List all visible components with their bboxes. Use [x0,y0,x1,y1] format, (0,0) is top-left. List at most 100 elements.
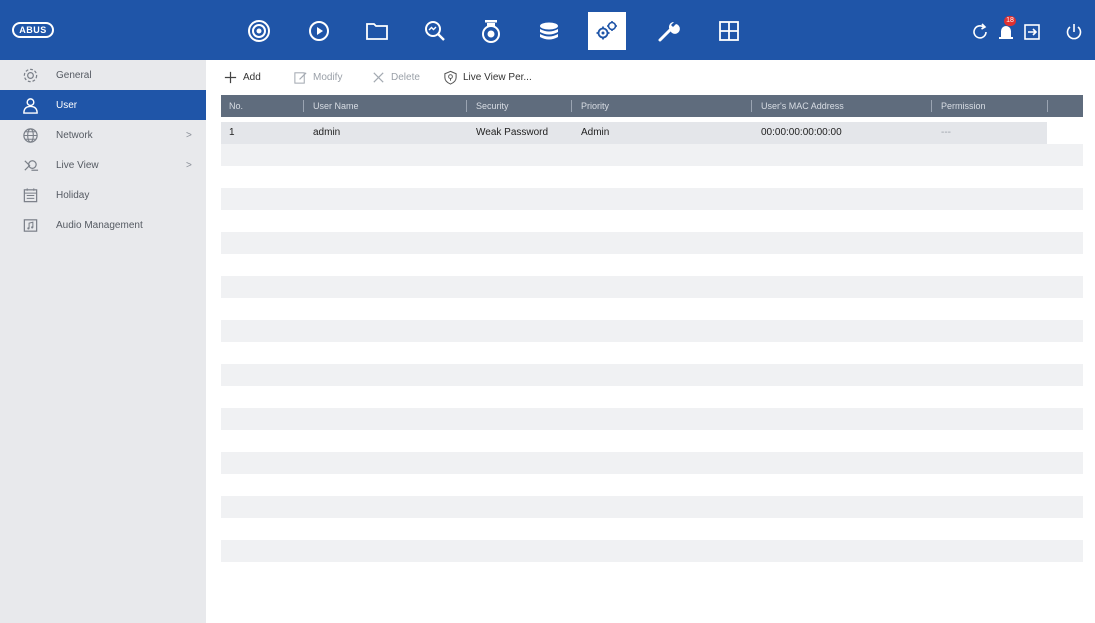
folder-icon [366,23,388,40]
column-divider [931,100,932,112]
empty-table-row [221,540,1083,562]
empty-table-row [221,298,1083,320]
empty-table-row [221,232,1083,254]
empty-table-row [221,144,1083,166]
delete-user-button[interactable]: Delete [370,66,420,88]
column-header-priority: Priority [581,101,610,111]
cell-no: 1 [229,127,235,138]
wrench-icon [658,22,680,42]
cell-priority: Admin [581,127,610,138]
sidebar-item-label: Audio Management [56,219,143,231]
database-icon [540,22,558,40]
cell-permission: --- [941,127,951,138]
sidebar-item-network[interactable]: Network > [0,120,206,150]
abus-logo: ABUS [12,22,54,38]
column-divider [751,100,752,112]
cell-security: Weak Password [476,127,549,138]
play-circle-icon [309,21,329,41]
configuration-nav-button[interactable] [588,12,626,50]
empty-table-row [221,518,1083,540]
storage-nav-button[interactable] [532,14,566,48]
user-icon [20,95,40,115]
add-user-button[interactable]: Add [222,66,261,88]
cell-mac-address: 00:00:00:00:00:00 [761,127,842,138]
live-view-nav-button[interactable] [242,14,276,48]
column-header-permission: Permission [941,101,986,111]
empty-table-row [221,430,1083,452]
empty-table-row [221,386,1083,408]
camera-lens-icon [248,20,270,42]
globe-icon [20,125,40,145]
column-header-no: No. [229,101,244,111]
empty-table-row [221,474,1083,496]
table-row[interactable]: 1 admin Weak Password Admin 00:00:00:00:… [221,122,1047,144]
power-button[interactable] [1062,20,1086,44]
gears-icon [596,21,617,40]
live-view-permission-label: Live View Per... [463,71,532,83]
empty-table-row [221,320,1083,342]
dome-camera-icon [482,20,500,43]
calendar-icon [20,185,40,205]
sidebar-item-user[interactable]: User [0,90,206,120]
column-divider [1047,100,1048,112]
empty-table-row [221,496,1083,518]
chevron-right-icon: > [186,129,192,141]
live-view-icon [20,155,40,175]
sidebar-item-label: Live View [56,159,99,171]
add-label: Add [243,71,261,83]
sidebar-item-live-view[interactable]: Live View > [0,150,206,180]
sidebar-item-label: Network [56,129,93,141]
empty-table-row [221,408,1083,430]
cell-user-name: admin [313,127,341,138]
edit-icon [292,69,308,85]
empty-table-row [221,188,1083,210]
playback-nav-button[interactable] [302,14,336,48]
gear-icon [20,65,40,85]
magnifier-chart-icon [425,21,445,41]
column-header-security: Security [476,101,509,111]
sidebar-item-label: User [56,99,78,111]
column-header-mac-address: User's MAC Address [761,101,844,111]
sidebar-item-holiday[interactable]: Holiday [0,180,206,210]
column-header-user-name: User Name [313,101,359,111]
grid-icon [719,21,739,41]
sidebar: General User Network > Live View > Holid… [0,60,206,623]
column-divider [571,100,572,112]
layout-nav-button[interactable] [712,14,746,48]
alarm-button[interactable]: 18 [994,16,1018,44]
delete-label: Delete [391,71,420,83]
logout-icon [1024,24,1040,40]
refresh-icon [973,23,987,39]
modify-user-button[interactable]: Modify [292,66,342,88]
maintenance-nav-button[interactable] [652,14,686,48]
plus-icon [222,69,238,85]
column-divider [303,100,304,112]
audio-file-icon [20,215,40,235]
empty-table-row [221,342,1083,364]
file-management-nav-button[interactable] [360,14,394,48]
sidebar-item-audio-management[interactable]: Audio Management [0,210,206,240]
empty-table-row [221,166,1083,188]
chevron-right-icon: > [186,159,192,171]
close-icon [370,69,386,85]
main-content: Add Modify Delete Live View Per... No. U… [206,60,1095,623]
modify-label: Modify [313,71,343,83]
live-view-permission-button[interactable]: Live View Per... [442,66,532,88]
refresh-button[interactable] [968,20,992,44]
user-table-header: No. User Name Security Priority User's M… [221,95,1083,117]
empty-table-row [221,364,1083,386]
alarm-count-badge: 18 [1004,16,1016,26]
sidebar-item-label: Holiday [56,189,90,201]
logout-button[interactable] [1020,20,1044,44]
camera-nav-button[interactable] [474,14,508,48]
sidebar-item-general[interactable]: General [0,60,206,90]
empty-table-row [221,210,1083,232]
column-divider [466,100,467,112]
smart-analysis-nav-button[interactable] [418,14,452,48]
shield-lock-icon [442,69,458,85]
top-navigation-bar: ABUS 18 [0,0,1095,60]
power-icon [1066,24,1082,40]
empty-table-row [221,254,1083,276]
empty-table-row [221,276,1083,298]
sidebar-item-label: General [56,69,92,81]
